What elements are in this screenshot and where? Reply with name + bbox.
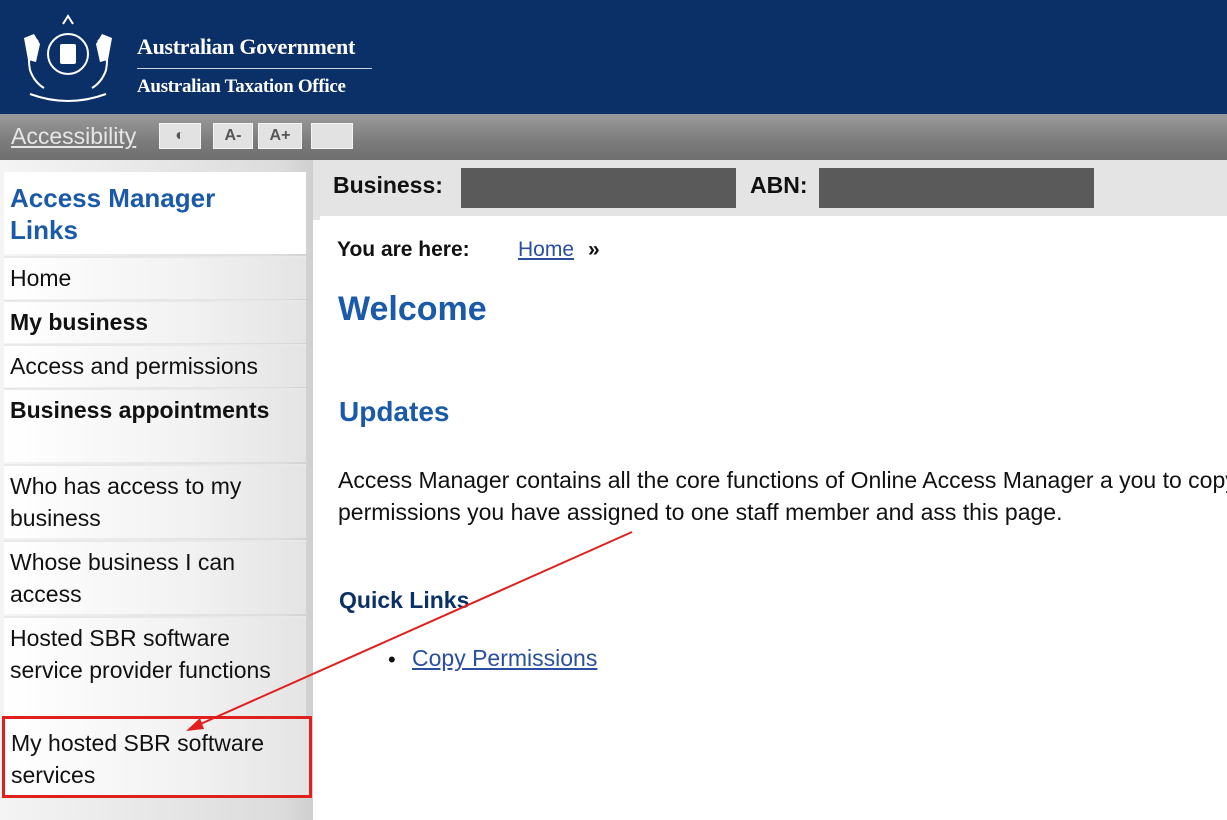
sidebar-item-business-appointments[interactable]: Business appointments [4, 388, 306, 462]
blank-toggle-icon[interactable] [311, 123, 353, 149]
sidebar-item-my-business[interactable]: My business [4, 300, 306, 343]
page-title: Welcome [338, 290, 487, 328]
contrast-icon[interactable]: ◐ [159, 123, 201, 149]
text-smaller-icon[interactable]: A- [213, 123, 253, 149]
quick-links-heading: Quick Links [339, 587, 470, 613]
section-heading: Updates [339, 396, 450, 427]
breadcrumb-label: You are here: [337, 238, 470, 261]
coat-of-arms-logo [24, 14, 112, 102]
agency-title: Australian Taxation Office [137, 76, 346, 97]
sidebar-item-home[interactable]: Home [4, 256, 306, 299]
abn-label: ABN: [750, 172, 808, 198]
business-name-redacted [461, 168, 736, 208]
business-label: Business: [333, 172, 443, 198]
breadcrumb-home-link[interactable]: Home [518, 238, 574, 262]
copy-permissions-link[interactable]: Copy Permissions [412, 645, 597, 672]
sidebar-item-who-has-access[interactable]: Who has access to my business [4, 464, 306, 538]
breadcrumb-separator: » [588, 238, 600, 261]
updates-description: Access Manager contains all the core fun… [338, 467, 1227, 525]
sidebar-title: Access Manager Links [10, 183, 216, 245]
government-title: Australian Government [137, 34, 355, 59]
accessibility-link[interactable]: Accessibility [11, 123, 136, 150]
sidebar-item-my-hosted-sbr[interactable]: My hosted SBR software services [2, 716, 312, 798]
text-larger-icon[interactable]: A+ [258, 123, 302, 149]
header-divider [137, 68, 372, 69]
sidebar-item-hosted-sbr-provider[interactable]: Hosted SBR software service provider fun… [4, 616, 306, 716]
bullet-icon: • [388, 647, 396, 672]
sidebar-item-access-permissions[interactable]: Access and permissions [4, 344, 306, 387]
sidebar-item-whose-business[interactable]: Whose business I can access [4, 540, 306, 614]
abn-value-redacted [819, 168, 1094, 208]
